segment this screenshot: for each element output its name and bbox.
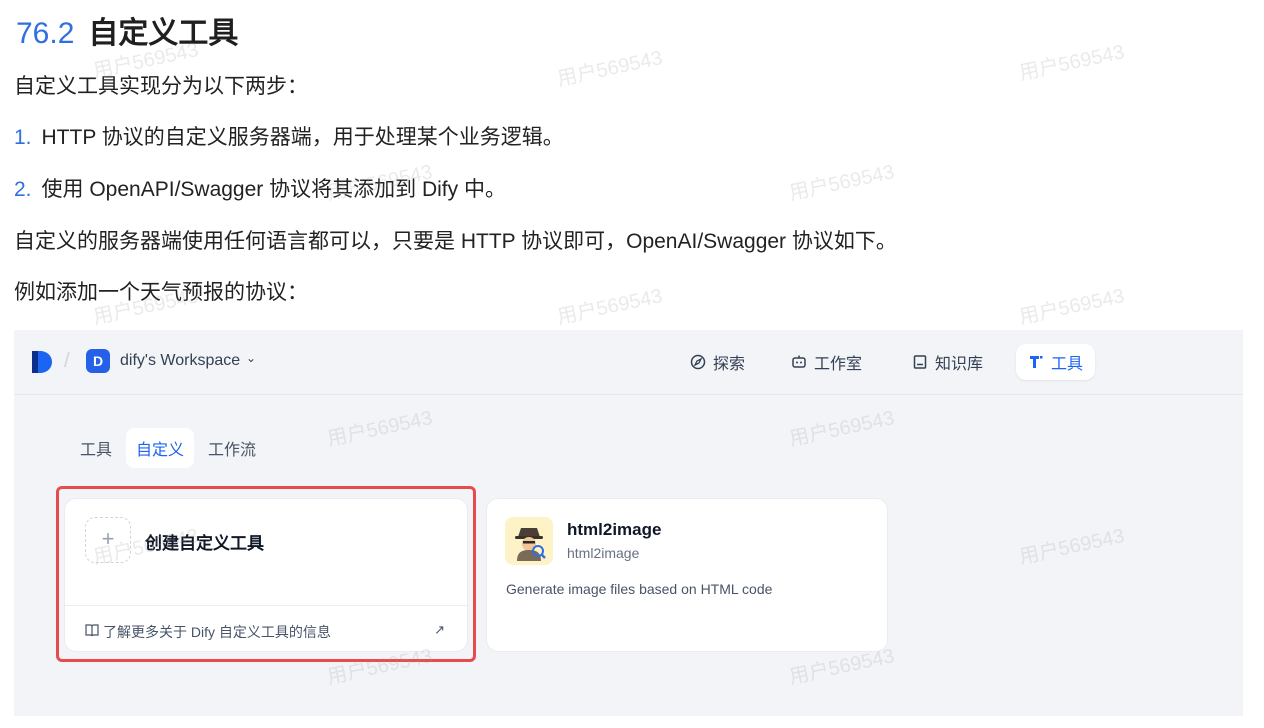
tab-workflow[interactable]: 工作流 bbox=[198, 428, 266, 468]
workspace-avatar[interactable]: D bbox=[86, 349, 110, 373]
tool-subtitle: html2image bbox=[567, 545, 640, 561]
tools-icon bbox=[1030, 356, 1043, 368]
step-item-1: 1. HTTP 协议的自定义服务器端，用于处理某个业务逻辑。 bbox=[14, 121, 564, 151]
step-index: 2. bbox=[14, 178, 32, 201]
dify-logo-icon bbox=[32, 351, 52, 373]
nav-label: 工具 bbox=[1051, 356, 1084, 373]
tool-name[interactable]: html2image bbox=[567, 520, 661, 540]
watermark: 用户569543 bbox=[555, 285, 665, 329]
watermark: 用户569543 bbox=[1017, 285, 1127, 329]
tool-description: Generate image files based on HTML code bbox=[506, 581, 773, 597]
watermark: 用户569543 bbox=[555, 47, 665, 91]
watermark: 用户569543 bbox=[1017, 41, 1127, 85]
watermark: 用户569543 bbox=[787, 161, 897, 205]
tab-custom[interactable]: 自定义 bbox=[126, 428, 195, 468]
tab-tools[interactable]: 工具 bbox=[70, 428, 122, 468]
nav-tools[interactable]: 工具 bbox=[1016, 344, 1096, 380]
step-text: 使用 OpenAPI/Swagger 协议将其添加到 Dify 中。 bbox=[41, 178, 506, 201]
section-title: 自定义工具 bbox=[88, 17, 239, 50]
detective-icon bbox=[505, 517, 553, 565]
compass-icon bbox=[690, 354, 706, 370]
section-number: 76.2 bbox=[16, 17, 75, 50]
nav-knowledge[interactable]: 知识库 bbox=[900, 344, 995, 380]
nav-label: 知识库 bbox=[935, 356, 984, 373]
tool-tabs: 工具 自定义 工作流 bbox=[70, 428, 266, 468]
nav-label: 探索 bbox=[713, 356, 746, 373]
step-index: 1. bbox=[14, 126, 32, 149]
step-text: HTTP 协议的自定义服务器端，用于处理某个业务逻辑。 bbox=[41, 126, 564, 149]
protocol-paragraph: 自定义的服务器端使用任何语言都可以，只要是 HTTP 协议即可，OpenAI/S… bbox=[14, 230, 897, 253]
nav-studio[interactable]: 工作室 bbox=[779, 344, 874, 380]
breadcrumb-separator: / bbox=[64, 350, 70, 372]
highlight-frame bbox=[56, 486, 476, 662]
book-icon bbox=[913, 355, 927, 369]
tool-card[interactable]: html2image html2image Generate image fil… bbox=[486, 498, 888, 652]
robot-icon bbox=[792, 355, 806, 368]
nav-label: 工作室 bbox=[814, 356, 863, 373]
example-paragraph: 例如添加一个天气预报的协议： bbox=[14, 281, 308, 304]
workspace-name[interactable]: dify's Workspace bbox=[120, 352, 240, 370]
intro-paragraph: 自定义工具实现分为以下两步： bbox=[14, 75, 308, 98]
nav-explore[interactable]: 探索 bbox=[678, 344, 757, 380]
section-heading: 76.2 自定义工具 bbox=[16, 8, 238, 52]
chevron-down-icon[interactable]: ⌄ bbox=[246, 351, 256, 365]
step-item-2: 2. 使用 OpenAPI/Swagger 协议将其添加到 Dify 中。 bbox=[14, 173, 506, 203]
dify-screenshot: / D dify's Workspace ⌄ 探索 工作室 知识库 工具 工具 … bbox=[14, 330, 1243, 716]
top-navbar: / D dify's Workspace ⌄ 探索 工作室 知识库 工具 bbox=[14, 330, 1243, 395]
